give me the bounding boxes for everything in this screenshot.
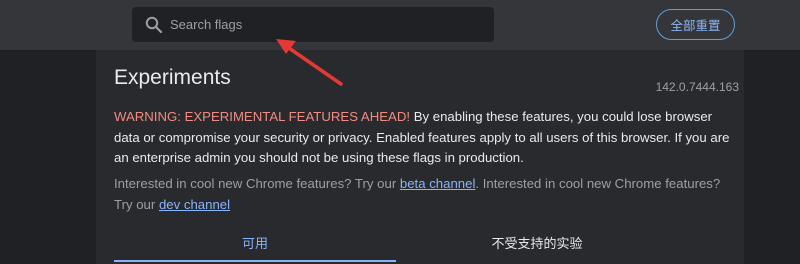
tab-available[interactable]: 可用 (114, 222, 396, 262)
active-tab-indicator (114, 260, 396, 262)
warning-message: WARNING: EXPERIMENTAL FEATURES AHEAD! By… (114, 107, 739, 169)
dev-channel-link[interactable]: dev channel (159, 197, 230, 212)
tab-bar: 可用 不受支持的实验 (114, 222, 744, 264)
version-label: 142.0.7444.163 (655, 80, 739, 94)
channel-info: Interested in cool new Chrome features? … (114, 174, 739, 215)
annotation-arrow-icon (276, 39, 343, 86)
page-title: Experiments (114, 66, 231, 89)
search-icon (138, 7, 170, 42)
tab-unavailable[interactable]: 不受支持的实验 (396, 222, 678, 262)
warning-label: WARNING: EXPERIMENTAL FEATURES AHEAD! (114, 109, 411, 124)
reset-all-button[interactable]: 全部重置 (656, 9, 735, 40)
info-text-1: Interested in cool new Chrome features? … (114, 176, 400, 191)
beta-channel-link[interactable]: beta channel (400, 176, 476, 191)
